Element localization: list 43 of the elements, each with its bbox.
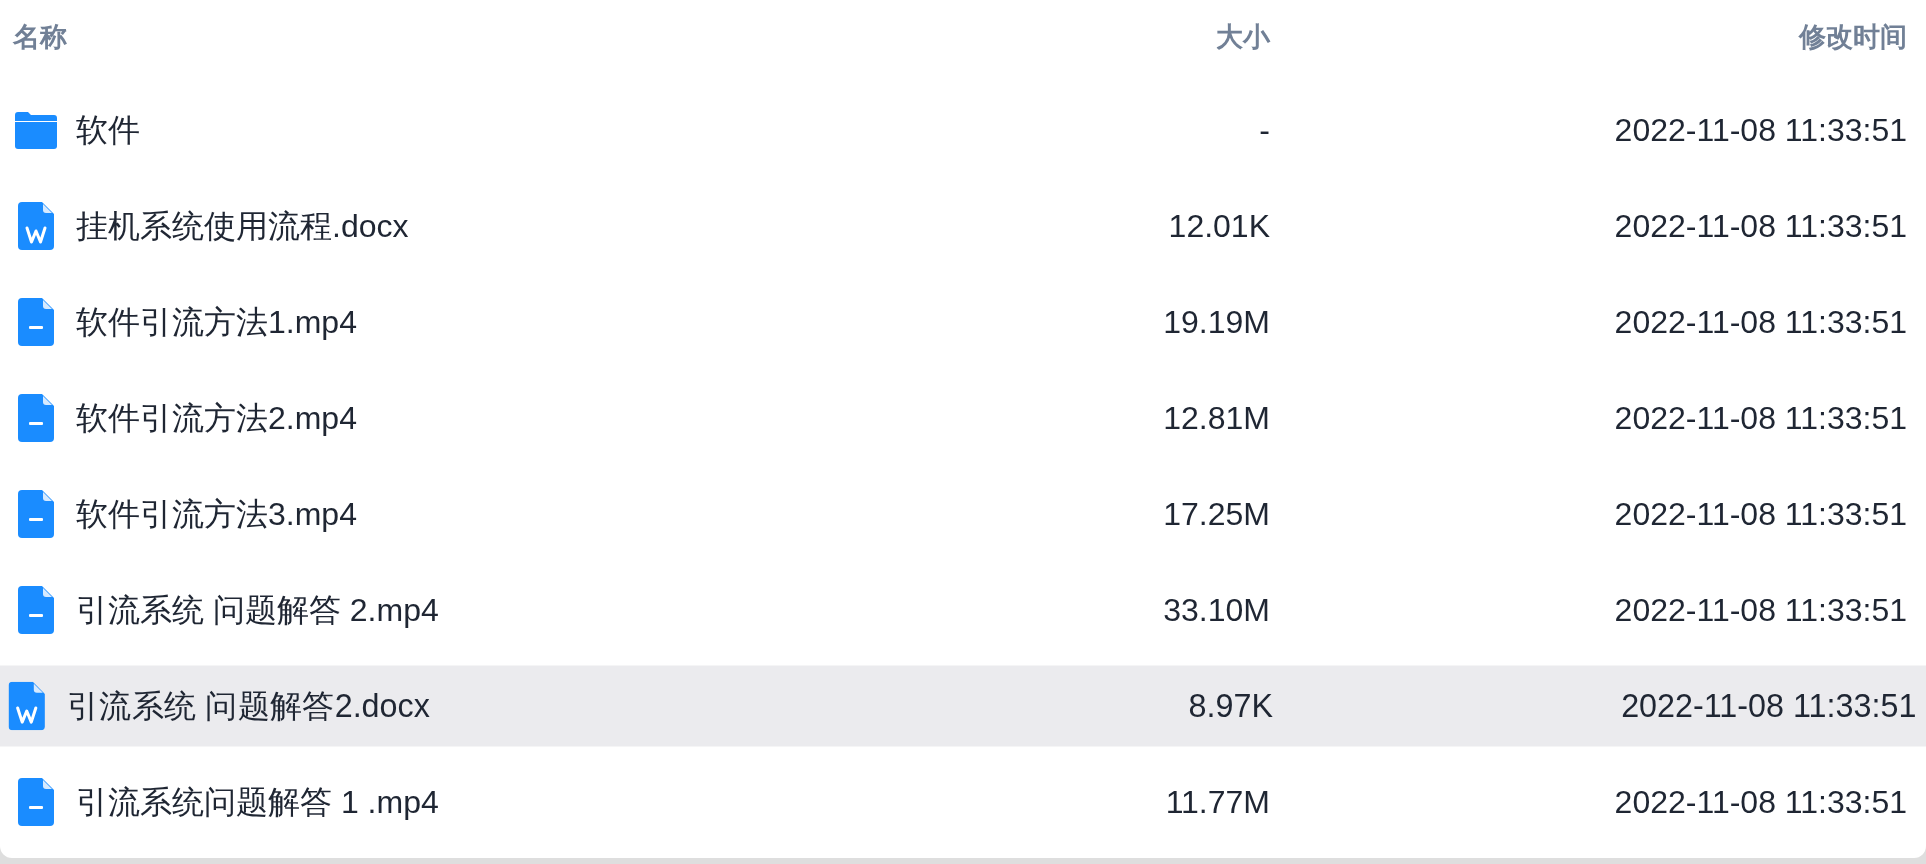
file-icon (18, 778, 54, 826)
file-name: 挂机系统使用流程.docx (76, 207, 409, 246)
file-size: - (1259, 111, 1270, 150)
file-row[interactable]: 软件引流方法1.mp4 19.19M 2022-11-08 11:33:51 (0, 282, 1926, 362)
file-name: 软件 (76, 111, 140, 150)
file-name: 引流系统问题解答 1 .mp4 (76, 783, 439, 822)
file-size: 17.25M (1163, 495, 1270, 534)
file-size: 11.77M (1165, 783, 1270, 822)
file-name: 软件引流方法3.mp4 (76, 495, 357, 534)
file-row[interactable]: 软件引流方法3.mp4 17.25M 2022-11-08 11:33:51 (0, 474, 1926, 554)
file-size: 12.81M (1163, 399, 1270, 438)
document-icon (18, 202, 54, 250)
file-row[interactable]: 引流系统问题解答 1 .mp4 11.77M 2022-11-08 11:33:51 (0, 762, 1926, 842)
file-name: 软件引流方法2.mp4 (76, 399, 357, 438)
file-icon (18, 490, 54, 538)
file-row[interactable]: 软件 - 2022-11-08 11:33:51 (0, 90, 1926, 170)
document-icon (8, 681, 45, 731)
file-size: 19.19M (1163, 303, 1270, 342)
modified-time: 2022-11-08 11:33:51 (1621, 686, 1917, 727)
file-row[interactable]: 引流系统 问题解答2.docx 8.97K 2022-11-08 11:33:51 (0, 665, 1926, 747)
file-row[interactable]: 挂机系统使用流程.docx 12.01K 2022-11-08 11:33:51 (0, 186, 1926, 266)
file-name: 软件引流方法1.mp4 (76, 303, 357, 342)
name-column-header: 名称 (13, 20, 67, 54)
file-icon (18, 394, 54, 442)
modified-time: 2022-11-08 11:33:51 (1614, 207, 1907, 246)
file-row[interactable]: 软件引流方法2.mp4 12.81M 2022-11-08 11:33:51 (0, 378, 1926, 458)
file-size: 8.97K (1188, 686, 1274, 727)
file-size: 33.10M (1163, 591, 1270, 630)
modified-time: 2022-11-08 11:33:51 (1614, 783, 1907, 822)
modified-time: 2022-11-08 11:33:51 (1614, 399, 1907, 438)
file-icon (18, 298, 54, 346)
folder-icon (15, 111, 57, 149)
file-name: 引流系统 问题解答2.docx (67, 686, 430, 727)
file-size: 12.01K (1168, 207, 1270, 246)
size-column-header: 大小 (1216, 20, 1270, 54)
modified-time: 2022-11-08 11:33:51 (1614, 111, 1907, 150)
file-row[interactable]: 引流系统 问题解答 2.mp4 33.10M 2022-11-08 11:33:51 (0, 570, 1926, 650)
modified-time: 2022-11-08 11:33:51 (1614, 495, 1907, 534)
file-icon (18, 586, 54, 634)
modified-time: 2022-11-08 11:33:51 (1614, 591, 1907, 630)
file-name: 引流系统 问题解答 2.mp4 (76, 591, 439, 630)
modified-column-header: 修改时间 (1799, 20, 1907, 54)
modified-time: 2022-11-08 11:33:51 (1614, 303, 1907, 342)
